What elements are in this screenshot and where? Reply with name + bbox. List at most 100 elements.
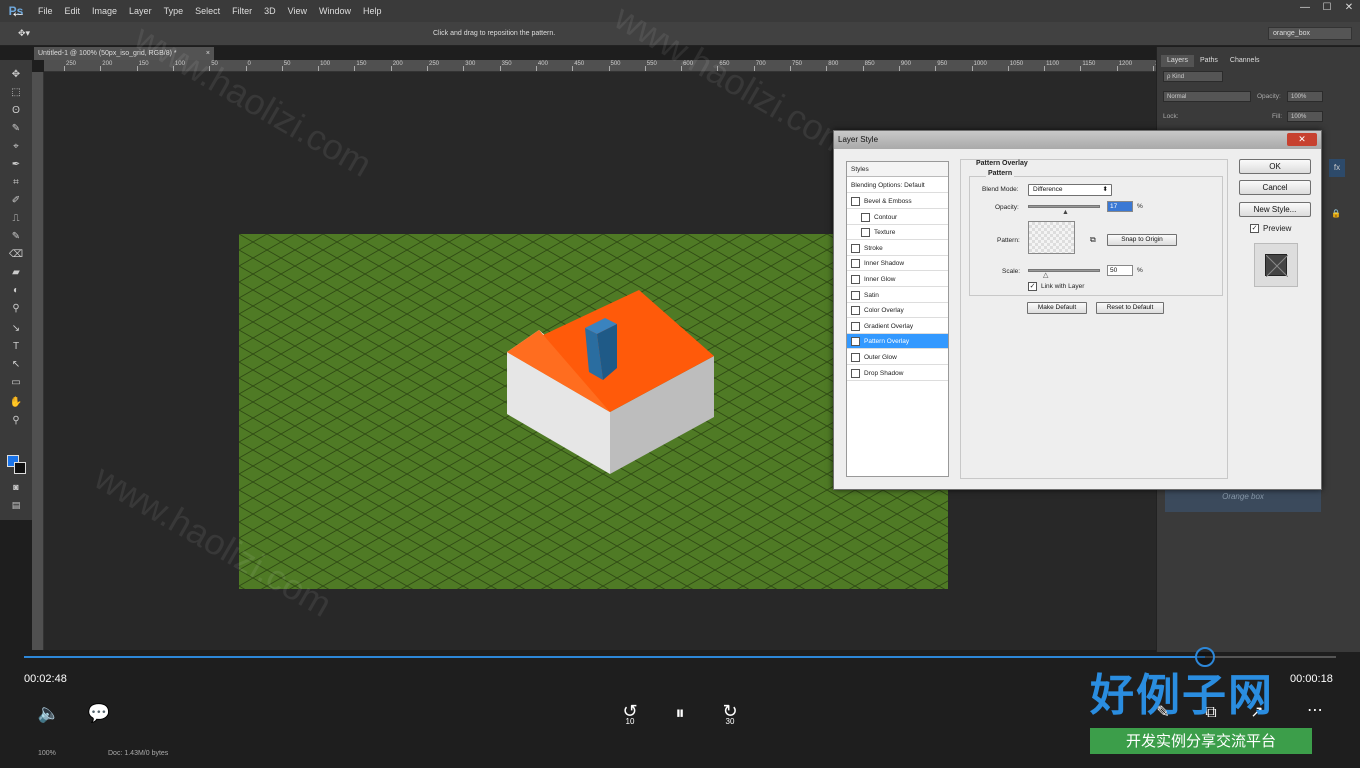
kind-filter[interactable]: ρ Kind (1163, 71, 1223, 82)
preview-checkbox[interactable]: ✓ Preview (1250, 221, 1310, 236)
quick-mask-icon[interactable]: ◙ (8, 482, 24, 492)
doc-size[interactable]: Doc: 1.43M/0 bytes (108, 750, 168, 757)
style-item[interactable]: Color Overlay (847, 303, 948, 319)
style-checkbox[interactable] (861, 212, 870, 222)
preview-checkbox-box[interactable]: ✓ (1250, 224, 1259, 233)
menu-filter[interactable]: Filter (226, 0, 258, 22)
menu-window[interactable]: Window (313, 0, 357, 22)
scale-field[interactable]: 50 (1107, 265, 1133, 276)
snap-to-origin-button[interactable]: Snap to Origin (1107, 234, 1177, 246)
menu-help[interactable]: Help (357, 0, 388, 22)
style-item[interactable]: Gradient Overlay (847, 319, 948, 334)
new-preset-icon[interactable]: ⧉ (1090, 235, 1096, 245)
pause-button[interactable]: ⏸ (665, 700, 695, 726)
volume-icon[interactable]: 🔈 (34, 700, 64, 726)
style-checkbox[interactable] (851, 321, 860, 331)
minimize-icon[interactable]: — (1294, 0, 1316, 16)
video-progress-bar[interactable] (24, 647, 1336, 667)
quick-select-tool-icon[interactable]: ✎ (8, 122, 24, 136)
cancel-button[interactable]: Cancel (1239, 180, 1311, 195)
eraser-tool-icon[interactable]: ⌫ (8, 248, 24, 262)
dodge-tool-icon[interactable]: ⚲ (8, 302, 24, 316)
pen-tool-icon[interactable]: ↘ (8, 322, 24, 336)
link-checkbox-box[interactable]: ✓ (1028, 282, 1037, 291)
style-checkbox[interactable] (851, 197, 860, 206)
style-item[interactable]: Inner Glow (847, 272, 948, 287)
eyedropper-tool-icon[interactable]: ✒ (8, 158, 24, 172)
layer-dropdown[interactable]: orange_box (1268, 27, 1352, 40)
zoom-tool-icon[interactable]: ⚲ (8, 414, 24, 428)
back-arrow-icon[interactable]: ← (10, 4, 26, 22)
type-tool-icon[interactable]: T (8, 340, 24, 354)
style-item[interactable]: Outer Glow (847, 350, 948, 365)
style-item[interactable]: Texture (847, 225, 948, 241)
healing-tool-icon[interactable]: ⌗ (8, 176, 24, 190)
style-item[interactable]: Contour (847, 210, 948, 225)
style-checkbox[interactable]: ✓ (851, 337, 860, 347)
blend-mode-select[interactable]: Normal (1163, 91, 1251, 102)
dialog-close-button[interactable]: ✕ (1287, 133, 1317, 146)
style-item[interactable]: ✓ Pattern Overlay (847, 334, 948, 350)
screen-mode-icon[interactable]: ▤ (8, 500, 24, 511)
history-brush-tool-icon[interactable]: ✎ (8, 230, 24, 244)
menu-layer[interactable]: Layer (123, 0, 158, 22)
marquee-tool-icon[interactable]: ⬚ (8, 86, 24, 100)
video-progress-knob[interactable] (1194, 647, 1215, 667)
close-icon[interactable]: ✕ (1338, 0, 1360, 16)
reset-default-button[interactable]: Reset to Default (1096, 302, 1164, 314)
style-checkbox[interactable] (851, 259, 860, 269)
menu-image[interactable]: Image (86, 0, 123, 22)
menu-file[interactable]: File (32, 0, 59, 22)
menu-type[interactable]: Type (158, 0, 190, 22)
fill-field[interactable]: 100% (1287, 111, 1323, 122)
opacity-field[interactable]: 100% (1287, 91, 1323, 102)
subtitles-icon[interactable]: 💬 (84, 700, 114, 726)
style-checkbox[interactable] (861, 228, 870, 238)
document-tab[interactable]: Untitled-1 @ 100% (50px_iso_grid, RGB/8)… (34, 47, 214, 60)
rewind-button[interactable]: ↺ 10 (615, 698, 645, 726)
menu-select[interactable]: Select (189, 0, 226, 22)
scale-slider[interactable] (1028, 269, 1100, 272)
style-checkbox[interactable] (851, 306, 860, 316)
maximize-icon[interactable]: ☐ (1316, 0, 1338, 16)
forward-button[interactable]: ↻ 30 (715, 698, 745, 726)
link-with-layer-checkbox[interactable]: ✓ Link with Layer (1028, 279, 1148, 294)
menu-3d[interactable]: 3D (258, 0, 282, 22)
move-tool-icon[interactable]: ✥ (8, 68, 24, 82)
menu-edit[interactable]: Edit (59, 0, 87, 22)
new-style-button[interactable]: New Style... (1239, 202, 1311, 217)
styles-header[interactable]: Styles (847, 162, 948, 177)
blur-tool-icon[interactable]: ◐ (8, 284, 24, 298)
opacity-slider-thumb[interactable]: ▲ (1062, 209, 1069, 216)
fx-badge[interactable]: fx (1329, 159, 1345, 177)
zoom-level[interactable]: 100% (38, 750, 56, 757)
brush-tool-icon[interactable]: ✐ (8, 194, 24, 208)
ok-button[interactable]: OK (1239, 159, 1311, 174)
tab-close-icon[interactable]: × (206, 47, 210, 60)
style-item[interactable]: Stroke (847, 241, 948, 256)
paint-bucket-tool-icon[interactable]: ▰ (8, 266, 24, 280)
path-select-tool-icon[interactable]: ↖ (8, 358, 24, 372)
background-color-swatch[interactable] (14, 462, 26, 474)
move-tool-icon[interactable]: ✥▾ (18, 28, 30, 39)
crop-tool-icon[interactable]: ⌖ (8, 140, 24, 154)
style-checkbox[interactable] (851, 275, 860, 284)
style-item[interactable]: Inner Shadow (847, 256, 948, 272)
style-checkbox[interactable] (851, 290, 860, 300)
blend-mode-select[interactable]: Difference ⬍ (1028, 184, 1112, 196)
tab-layers[interactable]: Layers (1161, 55, 1195, 67)
opacity-field[interactable]: 17 (1107, 201, 1133, 212)
style-item[interactable]: Drop Shadow (847, 366, 948, 381)
menu-view[interactable]: View (282, 0, 313, 22)
tab-channels[interactable]: Channels (1224, 55, 1266, 67)
style-item[interactable]: Bevel & Emboss (847, 194, 948, 209)
hand-tool-icon[interactable]: ✋ (8, 396, 24, 410)
style-item[interactable]: Satin (847, 288, 948, 303)
pattern-picker[interactable] (1028, 221, 1075, 254)
blending-options-item[interactable]: Blending Options: Default (847, 178, 948, 193)
stamp-tool-icon[interactable]: ⎍ (8, 212, 24, 226)
tab-paths[interactable]: Paths (1194, 55, 1224, 67)
style-checkbox[interactable] (851, 353, 860, 362)
make-default-button[interactable]: Make Default (1027, 302, 1087, 314)
opacity-slider[interactable] (1028, 205, 1100, 208)
